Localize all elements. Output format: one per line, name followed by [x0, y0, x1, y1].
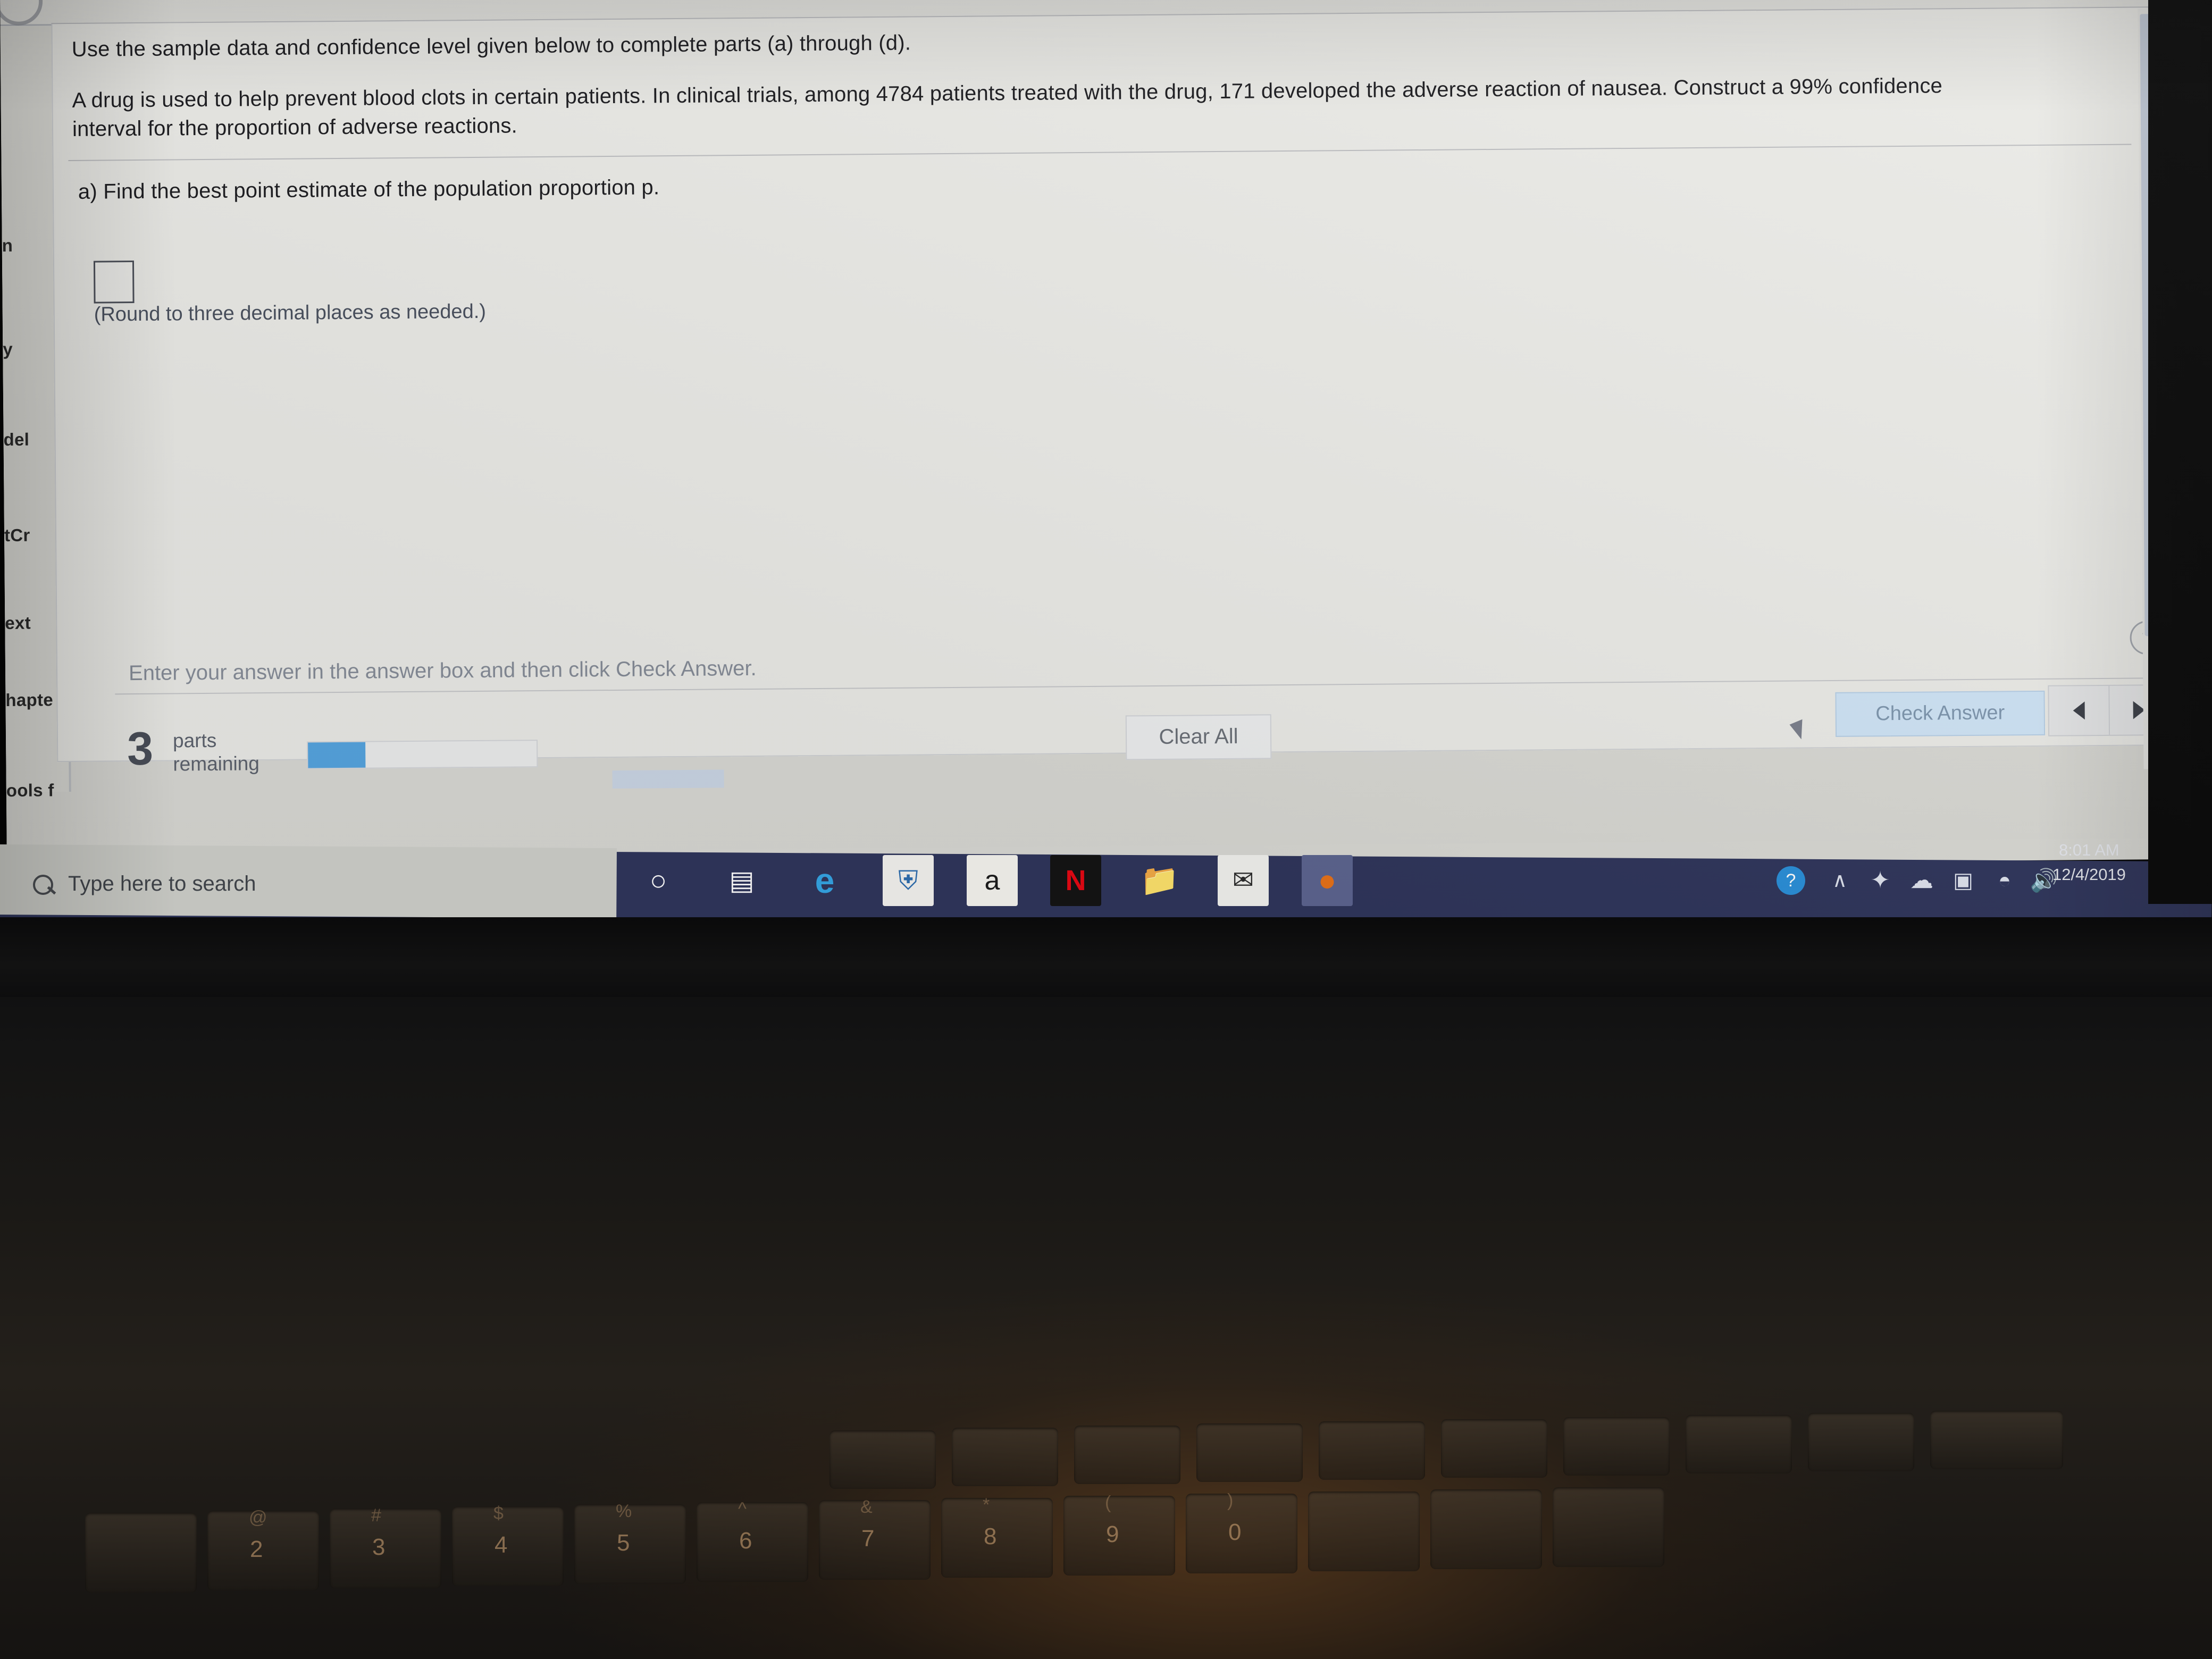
amazon-icon[interactable]: a [967, 855, 1018, 906]
key-label-symbol: * [983, 1495, 990, 1515]
key-label: 7 [861, 1526, 875, 1552]
sidebar-item-6[interactable]: ools f [6, 780, 54, 801]
file-explorer-icon[interactable]: 📁 [1134, 855, 1185, 906]
laptop-hinge [0, 917, 2212, 997]
laptop-base: 2 3 4 5 6 7 8 9 0 @ # $% ^ & * () [0, 917, 2212, 1659]
function-key[interactable] [1319, 1421, 1425, 1480]
answer-input[interactable] [93, 261, 135, 304]
key-label: 3 [372, 1534, 386, 1560]
part-a-question: a) Find the best point estimate of the p… [78, 175, 660, 204]
cortana-icon[interactable]: ○ [633, 855, 684, 906]
parts-word: parts [172, 729, 217, 752]
photo-of-laptop-screen: n y del tCr ext hapte ools f Use the sam… [0, 0, 2212, 1659]
key-label-symbol: ^ [738, 1499, 747, 1519]
previous-part-button[interactable] [2049, 686, 2108, 735]
edge-icon[interactable]: e [799, 855, 850, 906]
problem-divider [68, 144, 2132, 162]
key-label-symbol: @ [249, 1507, 267, 1528]
number-key[interactable] [85, 1513, 197, 1593]
check-answer-button[interactable]: Check Answer [1835, 690, 2046, 737]
number-key[interactable] [330, 1509, 441, 1588]
sidebar-item-0[interactable]: n [2, 236, 13, 256]
number-key[interactable] [1553, 1487, 1664, 1567]
key-label-symbol: # [371, 1505, 381, 1526]
key-label-symbol: ( [1105, 1493, 1111, 1513]
check-answer-instruction: Enter your answer in the answer box and … [128, 656, 757, 685]
key-label-symbol: & [860, 1497, 873, 1517]
search-icon [33, 875, 53, 895]
search-placeholder-text: Type here to search [68, 872, 256, 895]
rounding-hint: (Round to three decimal places as needed… [94, 300, 487, 326]
number-key[interactable] [697, 1502, 808, 1582]
action-center-help-icon[interactable]: ? [1765, 855, 1816, 906]
chevron-left-icon [2073, 701, 2085, 720]
laptop-screen: n y del tCr ext hapte ools f Use the sam… [0, 0, 2198, 945]
netflix-icon[interactable]: N [1050, 855, 1101, 906]
key-label: 8 [984, 1523, 997, 1549]
sidebar-item-2[interactable]: del [3, 430, 29, 450]
key-label: 4 [495, 1532, 508, 1558]
progress-bar [307, 740, 538, 769]
function-key[interactable] [1441, 1419, 1547, 1478]
remaining-word: remaining [173, 752, 260, 775]
clear-all-button[interactable]: Clear All [1125, 714, 1272, 760]
exercise-panel: Use the sample data and confidence level… [51, 6, 2179, 775]
number-key[interactable] [941, 1498, 1053, 1578]
key-label: 2 [250, 1536, 263, 1562]
sidebar-item-5[interactable]: hapte [5, 690, 53, 710]
key-label-symbol: % [616, 1501, 632, 1521]
number-key[interactable] [1308, 1492, 1420, 1571]
firefox-icon[interactable]: ● [1302, 855, 1353, 906]
function-key[interactable] [830, 1430, 936, 1489]
mail-icon[interactable]: ✉ [1218, 855, 1269, 906]
function-key[interactable] [1196, 1423, 1303, 1482]
number-key[interactable] [452, 1506, 564, 1586]
progress-bar-fill [308, 742, 365, 768]
function-key[interactable] [1563, 1417, 1670, 1476]
number-key[interactable] [1186, 1494, 1297, 1573]
background-page-element [612, 769, 724, 789]
task-view-icon[interactable]: ▤ [716, 855, 767, 906]
function-key[interactable] [952, 1428, 1058, 1486]
number-key[interactable] [1430, 1489, 1542, 1569]
number-key[interactable] [1063, 1496, 1175, 1576]
microsoft-store-icon[interactable]: ⛨ [883, 855, 934, 906]
clock-time[interactable]: 8:01 AM [2059, 841, 2119, 860]
clock-date[interactable]: 12/4/2019 [2052, 865, 2126, 884]
number-key[interactable] [819, 1500, 931, 1580]
key-label: 9 [1106, 1521, 1119, 1547]
exercise-instruction: Use the sample data and confidence level… [71, 31, 911, 61]
function-key[interactable] [1808, 1413, 1914, 1471]
function-key[interactable] [1930, 1411, 2063, 1469]
key-label-symbol: ) [1227, 1490, 1234, 1511]
function-key[interactable] [1686, 1415, 1792, 1473]
key-label: 0 [1228, 1519, 1242, 1545]
screen-bezel-right [2148, 0, 2212, 904]
parts-remaining-label: parts remaining [173, 728, 259, 776]
sidebar-item-1[interactable]: y [3, 339, 13, 359]
key-label: 5 [617, 1530, 630, 1556]
sidebar-item-3[interactable]: tCr [4, 525, 30, 546]
function-key[interactable] [1074, 1426, 1180, 1484]
parts-remaining-count: 3 [127, 722, 154, 775]
sidebar-item-4[interactable]: ext [5, 613, 31, 633]
key-label-symbol: $ [493, 1503, 504, 1523]
key-label: 6 [739, 1528, 752, 1554]
